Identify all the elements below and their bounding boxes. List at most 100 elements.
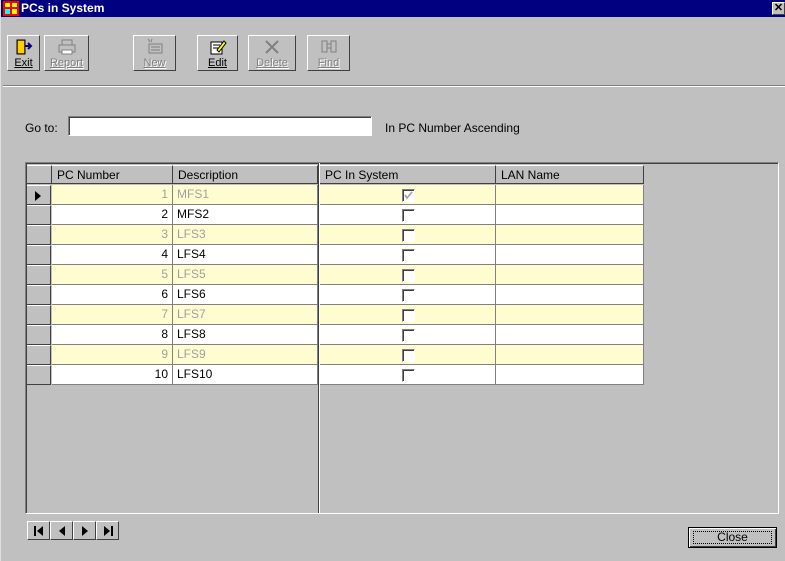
cell-pc-number[interactable]: 10	[52, 365, 173, 385]
find-button[interactable]: Find	[307, 35, 350, 71]
cell-pc-number[interactable]: 8	[52, 325, 173, 345]
first-record-icon	[34, 526, 43, 536]
toolbar: Exit Report New Edit Delete Find	[3, 19, 785, 87]
new-button[interactable]: New	[133, 35, 176, 71]
cell-lan-name[interactable]	[496, 185, 644, 205]
row-indicator[interactable]	[27, 225, 51, 245]
cell-lan-name[interactable]	[496, 305, 644, 325]
cell-pc-number[interactable]: 5	[52, 265, 173, 285]
pc-in-system-checkbox[interactable]	[402, 249, 415, 262]
goto-input[interactable]	[68, 116, 372, 136]
cell-pc-in-system	[320, 285, 496, 305]
cell-description[interactable]: LFS5	[173, 265, 318, 285]
header-description[interactable]: Description	[173, 165, 318, 184]
pc-in-system-checkbox[interactable]	[402, 349, 415, 362]
row-indicator[interactable]	[27, 205, 51, 225]
cell-pc-number[interactable]: 1	[52, 185, 173, 205]
close-button[interactable]: Close	[688, 527, 777, 548]
last-record-icon	[104, 526, 113, 536]
goto-label: Go to:	[25, 121, 58, 135]
row-indicator[interactable]	[27, 245, 51, 265]
grid-splitter[interactable]	[318, 163, 320, 513]
cell-pc-in-system	[320, 185, 496, 205]
pc-in-system-checkbox[interactable]	[402, 329, 415, 342]
cell-lan-name[interactable]	[496, 365, 644, 385]
exit-door-icon	[16, 39, 32, 55]
cell-lan-name[interactable]	[496, 245, 644, 265]
pc-in-system-checkbox[interactable]	[402, 269, 415, 282]
close-button-label: Close	[717, 530, 748, 544]
pc-in-system-checkbox[interactable]	[402, 289, 415, 302]
header-pc-number[interactable]: PC Number	[52, 165, 173, 184]
find-label: Find	[317, 57, 340, 69]
pc-in-system-checkbox[interactable]	[402, 369, 415, 382]
pc-in-system-checkbox[interactable]	[402, 309, 415, 322]
cell-description[interactable]: LFS4	[173, 245, 318, 265]
cell-description[interactable]: LFS6	[173, 285, 318, 305]
prior-record-button[interactable]	[50, 521, 73, 540]
new-label: New	[143, 57, 166, 69]
cell-description[interactable]: LFS10	[173, 365, 318, 385]
row-indicator[interactable]	[27, 305, 51, 325]
delete-label: Delete	[256, 57, 288, 69]
cell-lan-name[interactable]	[496, 205, 644, 225]
cell-lan-name[interactable]	[496, 265, 644, 285]
toolbar-separator	[3, 85, 785, 87]
cell-description[interactable]: MFS2	[173, 205, 318, 225]
row-indicator[interactable]	[27, 365, 51, 385]
row-indicator[interactable]	[27, 285, 51, 305]
pc-in-system-checkbox[interactable]	[402, 189, 415, 202]
last-record-button[interactable]	[96, 521, 119, 540]
pc-grid[interactable]: PC Number Description PC In System LAN N…	[25, 162, 779, 514]
cell-pc-in-system	[320, 305, 496, 325]
window: PCs in System ✕ Exit Report New Edit Del…	[0, 0, 785, 561]
cell-pc-in-system	[320, 325, 496, 345]
cell-pc-in-system	[320, 225, 496, 245]
checkmark-icon	[404, 191, 413, 200]
printer-icon	[58, 39, 75, 55]
cell-lan-name[interactable]	[496, 325, 644, 345]
cell-description[interactable]: LFS9	[173, 345, 318, 365]
prior-record-icon	[59, 526, 65, 536]
cell-description[interactable]: MFS1	[173, 185, 318, 205]
next-record-button[interactable]	[73, 521, 96, 540]
edit-pencil-icon	[210, 40, 227, 55]
delete-button[interactable]: Delete	[248, 35, 296, 71]
cell-description[interactable]: LFS3	[173, 225, 318, 245]
edit-button[interactable]: Edit	[197, 35, 238, 71]
cell-pc-in-system	[320, 265, 496, 285]
exit-button[interactable]: Exit	[7, 35, 40, 71]
cell-lan-name[interactable]	[496, 225, 644, 245]
row-indicator[interactable]	[27, 325, 51, 345]
cell-pc-in-system	[320, 345, 496, 365]
cell-pc-number[interactable]: 6	[52, 285, 173, 305]
window-title: PCs in System	[21, 1, 105, 15]
header-indicator	[27, 165, 52, 184]
current-row-arrow-icon	[35, 191, 41, 201]
header-pc-in-system[interactable]: PC In System	[320, 165, 496, 184]
report-button[interactable]: Report	[44, 35, 89, 71]
cell-description[interactable]: LFS7	[173, 305, 318, 325]
cell-pc-in-system	[320, 205, 496, 225]
row-indicator[interactable]	[27, 345, 51, 365]
header-lan-name[interactable]: LAN Name	[496, 165, 644, 184]
edit-label: Edit	[208, 57, 227, 69]
delete-x-icon	[265, 40, 279, 54]
row-indicator[interactable]	[27, 185, 51, 205]
window-close-button[interactable]: ✕	[772, 2, 785, 15]
app-icon	[3, 1, 19, 16]
cell-lan-name[interactable]	[496, 345, 644, 365]
pc-in-system-checkbox[interactable]	[402, 209, 415, 222]
cell-pc-number[interactable]: 7	[52, 305, 173, 325]
cell-pc-number[interactable]: 2	[52, 205, 173, 225]
pc-in-system-checkbox[interactable]	[402, 229, 415, 242]
title-bar[interactable]: PCs in System ✕	[1, 0, 785, 17]
cell-pc-number[interactable]: 3	[52, 225, 173, 245]
cell-pc-number[interactable]: 4	[52, 245, 173, 265]
cell-lan-name[interactable]	[496, 285, 644, 305]
cell-pc-number[interactable]: 9	[52, 345, 173, 365]
row-indicator[interactable]	[27, 265, 51, 285]
exit-label: Exit	[14, 57, 33, 69]
cell-description[interactable]: LFS8	[173, 325, 318, 345]
first-record-button[interactable]	[27, 521, 50, 540]
